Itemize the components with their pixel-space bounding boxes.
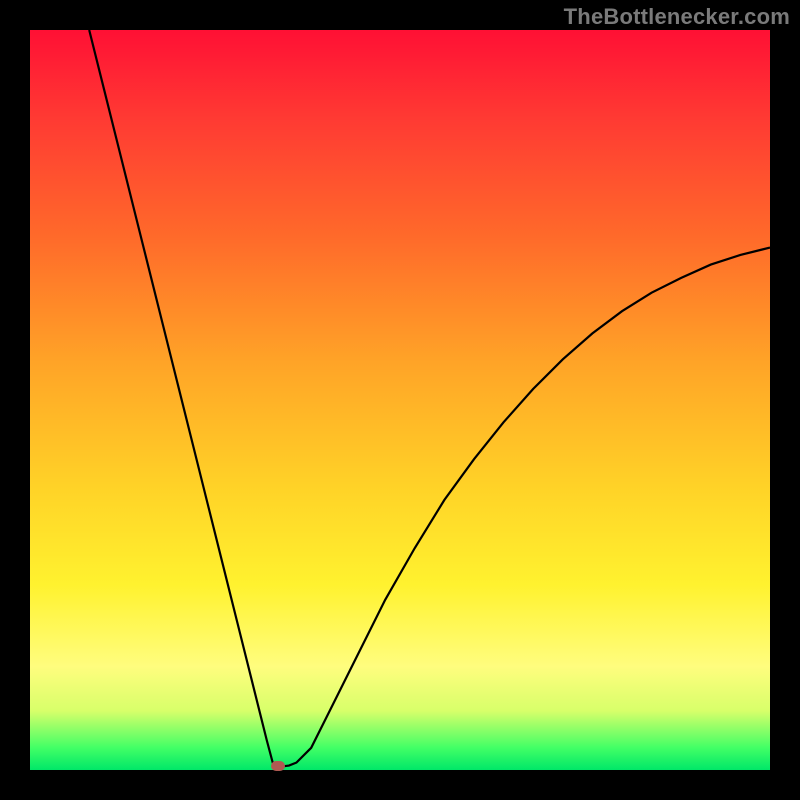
plot-area xyxy=(30,30,770,770)
watermark-text: TheBottlenecker.com xyxy=(564,4,790,30)
minimum-marker xyxy=(271,761,285,771)
chart-frame: TheBottlenecker.com xyxy=(0,0,800,800)
bottleneck-curve xyxy=(30,30,770,770)
curve-path xyxy=(89,30,770,766)
